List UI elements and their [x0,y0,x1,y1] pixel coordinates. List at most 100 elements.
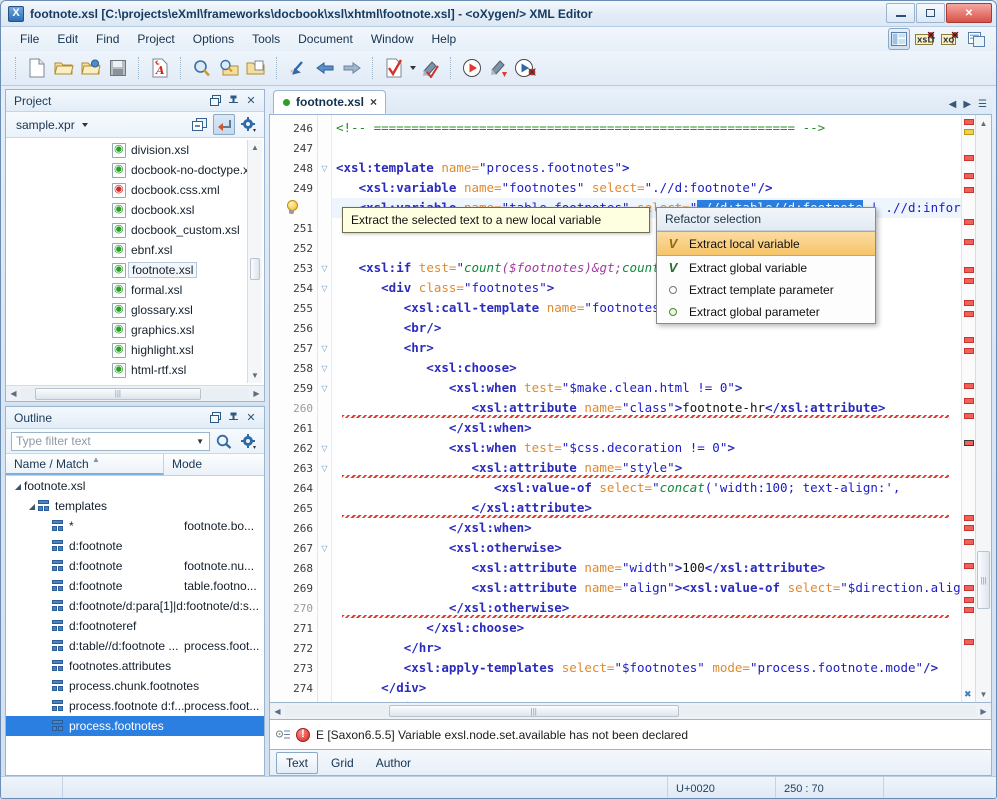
outline-row[interactable]: d:footnote [6,536,264,556]
outline-filter-input[interactable]: Type filter text ▼ [11,432,210,451]
code-line[interactable]: <xsl:value-of select="concat('width:100;… [332,478,961,498]
open-url-icon[interactable] [78,55,104,81]
validation-message[interactable]: E [Saxon6.5.5] Variable exsl.node.set.av… [316,728,688,742]
overview-error-marker[interactable] [964,278,974,284]
overview-error-marker[interactable] [964,239,974,245]
close-panel-icon[interactable]: ✕ [242,410,260,426]
fold-toggle-icon[interactable]: ▽ [318,358,331,378]
scroll-down-arrow-icon[interactable]: ▼ [976,686,991,702]
fold-toggle-icon[interactable]: ▽ [318,338,331,358]
overview-error-marker[interactable] [964,311,974,317]
project-scroll-thumb[interactable] [250,258,260,280]
menu-project[interactable]: Project [128,29,183,49]
code-line[interactable] [332,138,961,158]
menu-item-extract-global-parameter[interactable]: Extract global parameter [657,301,875,323]
tab-list-icon[interactable]: ☰ [978,99,987,110]
overview-error-marker[interactable] [964,267,974,273]
outline-row[interactable]: d:footnotetable.footno... [6,576,264,596]
project-settings-icon[interactable] [238,114,260,135]
scroll-up-arrow-icon[interactable]: ▲ [976,115,991,131]
menu-tools[interactable]: Tools [243,29,289,49]
menu-window[interactable]: Window [362,29,423,49]
open-project-icon[interactable] [243,55,269,81]
overview-error-marker[interactable] [964,129,974,135]
code-folding-column[interactable]: ▽▽▽▽▽▽▽▽▽▽▽▽ [318,115,332,702]
overview-error-marker[interactable] [964,398,974,404]
overview-error-marker[interactable] [964,440,974,446]
new-file-icon[interactable] [24,55,50,81]
outline-row[interactable]: process.footnote d:f...process.foot... [6,696,264,716]
tab-grid[interactable]: Grid [322,753,363,773]
project-file-item[interactable]: html.xsl [8,380,262,383]
outline-row[interactable]: d:footnoteref [6,616,264,636]
overview-error-marker[interactable] [964,515,974,521]
outline-row[interactable]: process.chunk.footnotes [6,676,264,696]
find-in-files-icon[interactable] [216,55,242,81]
project-file-item[interactable]: formal.xsl [8,280,262,300]
project-horizontal-scrollbar[interactable]: ◀ ||| ▶ [6,385,264,401]
code-line[interactable]: </div> [332,678,961,698]
overview-error-marker[interactable] [964,300,974,306]
project-file-item[interactable]: docbook_custom.xsl [8,220,262,240]
outline-settings-icon[interactable] [238,431,260,452]
fold-toggle-icon[interactable]: ▽ [318,458,331,478]
compare-files-icon[interactable] [966,28,988,50]
pin-panel-icon[interactable] [224,410,242,426]
tab-next-icon[interactable]: ▶ [963,99,971,110]
code-line[interactable]: </xsl:when> [332,518,961,538]
find-icon[interactable] [189,55,215,81]
code-line[interactable]: <xsl:choose> [332,358,961,378]
outline-row[interactable]: *footnote.bo... [6,516,264,536]
new-from-template-icon[interactable]: A [147,55,173,81]
apply-transform-icon[interactable] [417,55,443,81]
code-line[interactable]: <xsl:when test="$make.clean.html != 0"> [332,378,961,398]
project-file-item[interactable]: html-rtf.xsl [8,360,262,380]
code-line[interactable]: </xsl:when> [332,418,961,438]
outline-column-mode[interactable]: Mode [164,454,264,475]
overview-error-marker[interactable] [964,413,974,419]
minimize-button[interactable] [886,3,915,23]
save-icon[interactable] [105,55,131,81]
overview-error-marker[interactable] [964,607,974,613]
run-icon[interactable] [459,55,485,81]
editor-scroll-thumb[interactable]: ||| [977,551,990,609]
expand-collapse-icon[interactable]: ◢ [26,502,38,511]
collapse-all-icon[interactable] [188,114,210,135]
scroll-up-arrow-icon[interactable]: ▲ [248,140,262,155]
project-file-list[interactable]: division.xsldocbook-no-doctype.xsdocbook… [8,140,262,383]
xquery-debugger-icon[interactable]: XQ [940,28,962,50]
editor-tab-footnote-xsl[interactable]: footnote.xsl × [273,90,386,114]
project-file-item[interactable]: highlight.xsl [8,340,262,360]
forward-icon[interactable] [339,55,365,81]
code-line[interactable]: <xsl:attribute name="align"><xsl:value-o… [332,578,961,598]
xslt-debugger-icon[interactable]: XSLT [914,28,936,50]
overview-error-marker[interactable] [964,639,974,645]
code-line[interactable]: <xsl:variable name="footnotes" select=".… [332,178,961,198]
outline-row[interactable]: process.footnotes [6,716,264,736]
pin-panel-icon[interactable] [224,93,242,109]
maximize-panel-icon[interactable] [206,93,224,109]
close-icon[interactable]: × [370,95,377,109]
menu-file[interactable]: File [11,29,48,49]
open-file-icon[interactable] [51,55,77,81]
tab-prev-icon[interactable]: ◀ [949,99,957,110]
menu-edit[interactable]: Edit [48,29,87,49]
overview-error-marker[interactable] [964,563,974,569]
outline-row[interactable]: footnotes.attributes [6,656,264,676]
search-icon[interactable] [213,431,235,452]
project-file-item[interactable]: ebnf.xsl [8,240,262,260]
outline-row[interactable]: ◢footnote.xsl [6,476,264,496]
ruler-collapse-icon[interactable]: ✖ [964,689,972,700]
overview-error-marker[interactable] [964,155,974,161]
maximize-button[interactable] [916,3,945,23]
scroll-left-arrow-icon[interactable]: ◀ [270,707,285,716]
overview-error-marker[interactable] [964,173,974,179]
code-line[interactable]: </xsl:if> [332,698,961,702]
project-file-item[interactable]: docbook.xsl [8,200,262,220]
menu-help[interactable]: Help [423,29,466,49]
validate-dropdown-caret-icon[interactable] [410,66,416,70]
editor-hscroll-track[interactable]: ||| [285,705,976,717]
scroll-right-arrow-icon[interactable]: ▶ [249,389,264,398]
outline-tree[interactable]: ◢footnote.xsl◢templates*footnote.bo...d:… [6,476,264,775]
overview-error-marker[interactable] [964,348,974,354]
